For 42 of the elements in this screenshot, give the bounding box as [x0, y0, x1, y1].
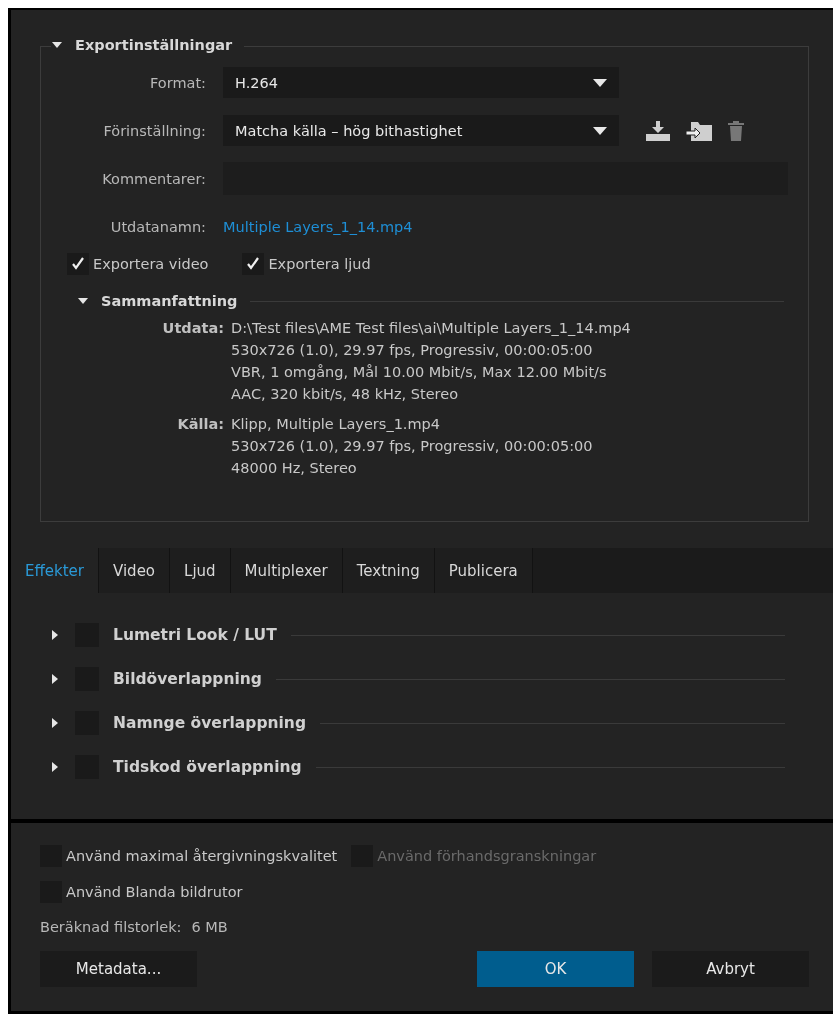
summary-text: 48000 Hz, Stereo: [231, 459, 358, 478]
checkbox[interactable]: [242, 253, 265, 275]
summary-title: Sammanfattning: [101, 293, 238, 309]
effect-title: Bildöverlappning: [113, 670, 262, 688]
summary-label: Utdata:: [161, 319, 224, 338]
caret-icon: [593, 126, 607, 135]
field-label: Kommentarer:: [101, 170, 206, 187]
preset-dropdown[interactable]: Matcha källa – hög bithastighet: [223, 115, 619, 146]
effect-title: Lumetri Look / LUT: [113, 626, 277, 644]
summary-text: VBR, 1 omgång, Mål 10.00 Mbit/s, Max 12.00 Mbit/s: [231, 363, 608, 382]
field-label: Utdatanamn:: [109, 218, 206, 235]
effect-title: Tidskod överlappning: [113, 758, 302, 776]
summary-text: AAC, 320 kbit/s, 48 kHz, Stereo: [231, 385, 460, 404]
checkbox[interactable]: [67, 253, 89, 275]
ok-button[interactable]: OK: [477, 951, 634, 987]
option-label: Använd Blanda bildrutor: [66, 884, 243, 900]
file-size-value: 6 MB: [191, 919, 228, 935]
dialog-button[interactable]: Metadata...: [40, 951, 197, 987]
trash-icon[interactable]: [727, 119, 745, 142]
checkmark-icon: [246, 257, 261, 271]
save-preset-icon[interactable]: [645, 119, 671, 142]
section-title: Exportinställningar: [75, 37, 233, 53]
dialog-button[interactable]: Avbryt: [652, 951, 809, 987]
output-name-link[interactable]: Multiple Layers_1_14.mp4: [223, 218, 413, 235]
format-dropdown[interactable]: H.264: [223, 67, 619, 98]
summary-text: 530x726 (1.0), 29.97 fps, Progressiv, 00:00:05:00: [231, 437, 593, 456]
summary-label: Källa:: [176, 415, 224, 434]
option-label: Använd förhandsgranskningar: [377, 848, 597, 864]
checkmark-icon: [71, 257, 85, 271]
checkbox-label: Exportera video: [93, 256, 209, 272]
summary-text: D:\Test files\AME Test files\ai\Multiple Layers_1_14.mp4: [231, 319, 631, 338]
field-label: Format:: [149, 74, 206, 91]
import-folder-icon[interactable]: [685, 119, 713, 142]
summary-text: Klipp, Multiple Layers_1.mp4: [231, 415, 442, 434]
checkbox-label: Exportera ljud: [268, 256, 371, 272]
tab[interactable]: Effekter: [11, 548, 99, 593]
file-size-label: Beräknad filstorlek:: [40, 919, 182, 935]
summary-text: 530x726 (1.0), 29.97 fps, Progressiv, 00:00:05:00: [231, 341, 594, 360]
effect-title: Namnge överlappning: [113, 714, 306, 732]
option-label: Använd maximal återgivningskvalitet: [66, 848, 338, 864]
caret-icon: [593, 78, 607, 87]
field-label: Förinställning:: [102, 122, 206, 139]
